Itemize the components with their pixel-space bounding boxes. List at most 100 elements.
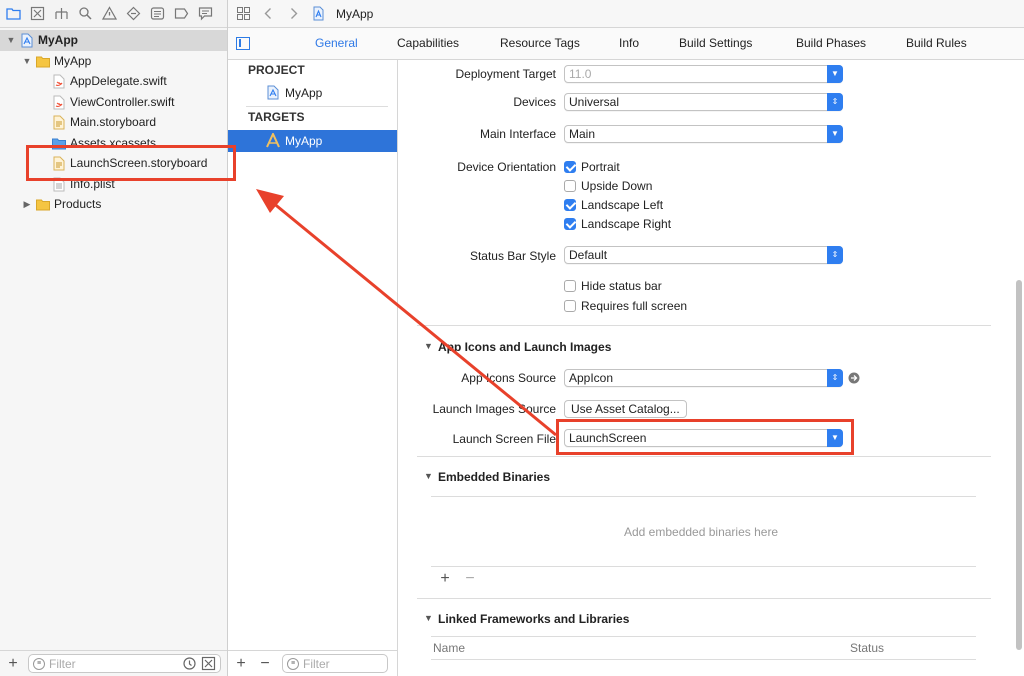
project-navigator: ▼ MyApp ▼ MyApp AppDelegate.swift ViewControl… (0, 0, 228, 676)
launch-images-source-label: Launch Images Source (432, 402, 556, 416)
targets-list: PROJECT MyApp TARGETS MyApp + − ≡ Filter (228, 60, 398, 676)
source-control-filter-icon[interactable] (201, 656, 216, 671)
target-item-label: MyApp (285, 134, 323, 148)
storyboard-file-icon (52, 115, 66, 130)
tab-general[interactable]: General (315, 36, 358, 50)
deployment-target-popup[interactable]: 11.0 ▼ (564, 65, 843, 83)
launch-screen-file-label: Launch Screen File (452, 432, 556, 446)
orientation-landscape-right-checkbox[interactable]: Landscape Right (564, 216, 671, 232)
project-item[interactable]: MyApp (228, 82, 397, 104)
device-orientation-label: Device Orientation (457, 160, 556, 174)
embedded-binaries-hint: Add embedded binaries here (624, 525, 779, 539)
annotation-box-launchscreen-file (26, 145, 236, 181)
tab-build-settings[interactable]: Build Settings (679, 36, 752, 50)
targets-filter-input[interactable]: ≡ Filter (282, 654, 388, 673)
remove-embedded-binary-button[interactable]: − (463, 571, 477, 587)
annotation-box-launch-screen-file (556, 419, 854, 455)
toggle-targets-panel-icon[interactable] (236, 37, 250, 50)
tree-item[interactable]: Main.storyboard (0, 112, 227, 133)
folder-icon (36, 197, 50, 212)
tab-info[interactable]: Info (619, 36, 639, 50)
disclosure-open-icon[interactable]: ▼ (22, 51, 32, 71)
go-to-arrow-icon[interactable] (848, 372, 860, 384)
orientation-portrait-checkbox[interactable]: Portrait (564, 159, 620, 175)
symbol-navigator-icon[interactable] (54, 6, 69, 21)
app-icons-source-popup[interactable]: AppIcon ⇕ (564, 369, 843, 387)
main-interface-popup[interactable]: Main ▼ (564, 125, 843, 143)
column-header-status[interactable]: Status (850, 641, 884, 655)
tree-item[interactable]: ▼ MyApp (0, 51, 227, 72)
forward-chevron-icon[interactable] (286, 6, 301, 21)
breakpoint-navigator-icon[interactable] (174, 6, 189, 21)
related-items-icon[interactable] (236, 6, 251, 21)
section-divider (417, 456, 991, 457)
use-asset-catalog-button[interactable]: Use Asset Catalog... (564, 400, 687, 418)
file-tree: ▼ MyApp ▼ MyApp AppDelegate.swift ViewControl… (0, 30, 227, 215)
hide-status-bar-checkbox[interactable]: Hide status bar (564, 278, 662, 294)
column-header-name[interactable]: Name (433, 641, 465, 655)
tree-item-label: AppDelegate.swift (70, 74, 167, 88)
requires-full-screen-checkbox[interactable]: Requires full screen (564, 298, 687, 314)
remove-target-button[interactable]: − (258, 655, 272, 672)
disclosure-closed-icon[interactable]: ▶ (22, 194, 32, 214)
disclosure-open-icon[interactable]: ▼ (424, 471, 433, 481)
tree-item[interactable]: ▶ Products (0, 194, 227, 215)
status-bar-style-label: Status Bar Style (469, 249, 556, 263)
tab-build-phases[interactable]: Build Phases (796, 36, 866, 50)
project-file-icon (267, 85, 279, 100)
vertical-scrollbar[interactable] (1016, 280, 1022, 650)
tree-item-label: ViewController.swift (70, 94, 175, 109)
disclosure-open-icon[interactable]: ▼ (424, 341, 433, 351)
navigator-filter-input[interactable]: ≡ Filter (28, 654, 221, 673)
warning-icon[interactable] (102, 6, 117, 21)
checkbox-label: Requires full screen (581, 299, 688, 313)
add-target-button[interactable]: + (234, 655, 248, 672)
tree-item[interactable]: AppDelegate.swift (0, 71, 227, 92)
folder-navigator-icon[interactable] (6, 6, 21, 21)
targets-toolbar: + − ≡ Filter (228, 650, 397, 676)
disclosure-open-icon[interactable]: ▼ (6, 30, 16, 50)
app-icons-section-header[interactable]: App Icons and Launch Images (438, 340, 611, 354)
tree-item[interactable]: ViewController.swift (0, 92, 227, 113)
devices-label: Devices (513, 95, 556, 109)
tree-item-label: MyApp (54, 53, 92, 68)
folder-icon (36, 54, 50, 69)
updown-icon: ⇕ (827, 246, 843, 264)
recent-files-icon[interactable] (182, 656, 197, 671)
navigator-toolbar (0, 0, 227, 28)
divider (246, 106, 388, 107)
targets-header: TARGETS (248, 110, 305, 124)
source-control-icon[interactable] (30, 6, 45, 21)
updown-icon: ⇕ (827, 369, 843, 387)
status-bar-style-popup[interactable]: Default ⇕ (564, 246, 843, 264)
add-embedded-binary-button[interactable]: + (438, 571, 452, 587)
linked-frameworks-header[interactable]: Linked Frameworks and Libraries (438, 612, 629, 626)
main-interface-label: Main Interface (479, 127, 556, 141)
devices-value: Universal (569, 95, 620, 109)
tab-resource-tags[interactable]: Resource Tags (500, 36, 580, 50)
embedded-binaries-header[interactable]: Embedded Binaries (438, 470, 550, 484)
tab-build-rules[interactable]: Build Rules (906, 36, 967, 50)
add-file-button[interactable]: + (6, 655, 20, 672)
app-target-icon (266, 133, 280, 148)
project-file-icon (311, 6, 326, 21)
section-divider (431, 566, 976, 567)
back-chevron-icon[interactable] (261, 6, 276, 21)
checkbox-label: Landscape Left (581, 198, 664, 212)
chevron-down-icon: ▼ (827, 125, 843, 143)
section-divider (431, 496, 976, 497)
editor-tabs: General Capabilities Resource Tags Info … (228, 28, 1024, 60)
report-navigator-icon[interactable] (198, 6, 213, 21)
breadcrumb[interactable]: MyApp (336, 7, 373, 21)
target-item[interactable]: MyApp (228, 130, 397, 152)
tree-item[interactable]: ▼ MyApp (0, 30, 227, 51)
search-icon[interactable] (78, 6, 93, 21)
test-navigator-icon[interactable] (126, 6, 141, 21)
devices-popup[interactable]: Universal ⇕ (564, 93, 843, 111)
tab-capabilities[interactable]: Capabilities (397, 36, 459, 50)
orientation-landscape-left-checkbox[interactable]: Landscape Left (564, 197, 663, 213)
debug-navigator-icon[interactable] (150, 6, 165, 21)
deployment-target-label: Deployment Target (455, 67, 557, 81)
disclosure-open-icon[interactable]: ▼ (424, 613, 433, 623)
orientation-upside-down-checkbox[interactable]: Upside Down (564, 178, 652, 194)
